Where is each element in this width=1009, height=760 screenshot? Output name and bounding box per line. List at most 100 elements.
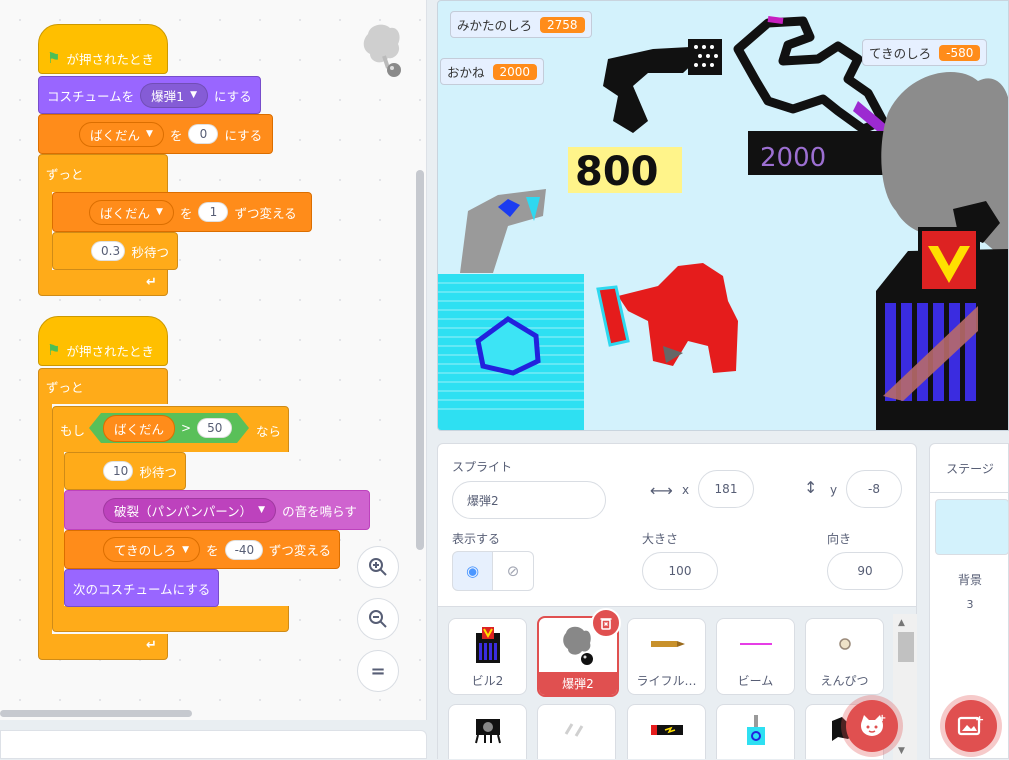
y-position-icon: ↕ [804, 478, 818, 497]
when-flag-clicked-hat[interactable]: ⚑ が押されたとき [38, 316, 168, 366]
block-text: にする [214, 88, 252, 104]
monitor-label: みかたのしろ [457, 18, 533, 33]
forever-label: ずっと [46, 379, 84, 395]
y-label: y [830, 483, 838, 497]
current-sprite-icon [363, 24, 401, 77]
zoom-in-button[interactable] [357, 546, 399, 588]
hat-label: が押されたとき [66, 343, 154, 359]
if-then-label: なら [256, 424, 282, 439]
direction-input[interactable]: 90 [827, 552, 903, 590]
block-text: 秒待つ [139, 464, 177, 480]
backdrop-thumbnail[interactable] [935, 499, 1009, 555]
sound-dropdown[interactable]: 破裂（パンパンパーン） ▼ [103, 497, 277, 523]
sprite-name: ビーム [737, 674, 774, 688]
operator-symbol: > [181, 421, 192, 435]
delete-sprite-button[interactable] [591, 608, 621, 638]
trash-icon [600, 618, 612, 630]
sprite-list-scrollbar[interactable]: ▲ ▼ [893, 614, 917, 760]
if-label: もし [60, 422, 86, 438]
variable-monitor-mikata[interactable]: みかたのしろ 2758 [450, 11, 592, 38]
number-input[interactable]: 1 [198, 202, 229, 222]
size-input[interactable]: 100 [642, 552, 718, 590]
sprite-tile[interactable] [448, 704, 527, 759]
number-input[interactable]: 50 [197, 418, 232, 438]
cat-plus-icon: + [861, 713, 886, 736]
add-backdrop-button[interactable]: + [945, 700, 997, 752]
hide-sprite-button[interactable]: ⊘ [493, 551, 534, 591]
vertical-scrollbar[interactable] [416, 170, 424, 550]
play-sound-block[interactable]: 破裂（パンパンパーン） ▼ の音を鳴らす [64, 490, 370, 530]
variable-monitor-okane[interactable]: おかね 2000 [440, 58, 545, 85]
variable-dropdown[interactable]: てきのしろ ▼ [103, 537, 201, 562]
size-label: 大きさ [642, 532, 679, 546]
drawn-800-text: 800 [575, 149, 659, 195]
change-variable-block[interactable]: てきのしろ ▼ を -40 ずつ変える [64, 530, 340, 569]
block-text: を [169, 127, 183, 143]
set-variable-block[interactable]: ばくだん ▼ を 0 にする [38, 114, 273, 154]
dropdown-caret-icon: ▼ [146, 129, 153, 139]
sprite-tile[interactable]: ビル2 [448, 618, 527, 695]
sprite-name: ライフル… [636, 674, 697, 688]
variable-dropdown[interactable]: ばくだん ▼ [79, 121, 164, 147]
horizontal-scrollbar[interactable] [0, 710, 192, 717]
x-position-icon: ⟷ [650, 481, 673, 500]
variable-dropdown[interactable]: ばくだん ▼ [89, 199, 174, 225]
change-variable-block[interactable]: ばくだん ▼ を 1 ずつ変える [52, 192, 312, 232]
y-position-input[interactable]: -8 [846, 470, 902, 508]
image-plus-icon: + [957, 714, 984, 736]
stage-canvas[interactable]: 800 2000 みかたのしろ 2758 おかね 2000 てきのしろ -580 [437, 0, 1009, 431]
sprite-tile[interactable]: ライフル… [627, 618, 706, 695]
number-input[interactable]: 10 [103, 461, 134, 481]
greater-than-operator[interactable]: ばくだん > 50 [89, 413, 249, 443]
eye-off-icon: ⊘ [506, 562, 520, 580]
cyan-box-sprite-icon [717, 705, 794, 755]
forever-label: ずっと [46, 166, 84, 182]
sprite-name-input[interactable]: 爆弾2 [452, 481, 606, 519]
sprite-info-panel: スプライト 爆弾2 ⟷ x 181 ↕ y -8 表示する ◉ ⊘ 大きさ 10… [437, 443, 917, 760]
zoom-in-icon [369, 558, 387, 576]
drawn-2000-text: 2000 [760, 143, 826, 173]
sprite-info: スプライト 爆弾2 ⟷ x 181 ↕ y -8 表示する ◉ ⊘ 大きさ 10… [438, 444, 916, 607]
forever-label-row: ずっと [38, 154, 168, 192]
beam-sprite-icon [717, 619, 794, 669]
block-text: を [206, 543, 219, 558]
variable-reporter[interactable]: ばくだん [103, 415, 175, 442]
missile-sprite-icon [628, 705, 705, 755]
scroll-up-icon[interactable]: ▲ [898, 618, 905, 628]
costume-dropdown[interactable]: 爆弾1 ▼ [140, 82, 209, 108]
sprite-label: スプライト [452, 460, 513, 474]
sprite-tile[interactable] [627, 704, 706, 759]
sprite-tile[interactable]: ビーム [716, 618, 795, 695]
scroll-thumb[interactable] [898, 632, 914, 662]
number-input[interactable]: -40 [224, 539, 263, 560]
building-sprite-icon [449, 619, 526, 669]
sprite-name: ビル2 [471, 674, 504, 688]
switch-costume-block[interactable]: コスチュームを 爆弾1 ▼ にする [38, 76, 261, 114]
zoom-reset-button[interactable]: = [357, 650, 399, 692]
wait-block[interactable]: 10 秒待つ [64, 452, 186, 490]
sprite-tile[interactable] [537, 704, 616, 759]
show-sprite-button[interactable]: ◉ [452, 551, 493, 591]
scroll-down-icon[interactable]: ▼ [898, 746, 905, 756]
next-costume-block[interactable]: 次のコスチュームにする [64, 569, 219, 607]
block-text: ずつ変える [268, 543, 331, 558]
number-input[interactable]: 0 [188, 124, 219, 144]
monitor-label: おかね [447, 65, 485, 80]
backdrop-count: 3 [966, 598, 974, 611]
variable-monitor-teki[interactable]: てきのしろ -580 [862, 39, 988, 66]
hat-label: が押されたとき [66, 51, 154, 67]
loop-arrow-icon: ↵ [146, 275, 157, 290]
sprite-tile[interactable]: えんぴつ [805, 618, 884, 695]
code-area[interactable]: ⚑ が押されたとき コスチュームを 爆弾1 ▼ にする ばくだん ▼ を 0 にする… [0, 0, 427, 720]
zoom-out-button[interactable] [357, 598, 399, 640]
x-position-input[interactable]: 181 [698, 470, 754, 508]
backdrop-label: 背景 [957, 573, 982, 587]
sprite-tile[interactable] [716, 704, 795, 759]
wait-block[interactable]: 0.3 秒待つ [52, 232, 178, 270]
when-flag-clicked-hat[interactable]: ⚑ が押されたとき [38, 24, 168, 74]
stage-title: ステージ [946, 462, 994, 476]
rifle-bullet-sprite-icon [628, 619, 705, 669]
direction-label: 向き [827, 532, 852, 546]
number-input[interactable]: 0.3 [91, 241, 126, 261]
add-sprite-button[interactable]: + [846, 700, 898, 752]
